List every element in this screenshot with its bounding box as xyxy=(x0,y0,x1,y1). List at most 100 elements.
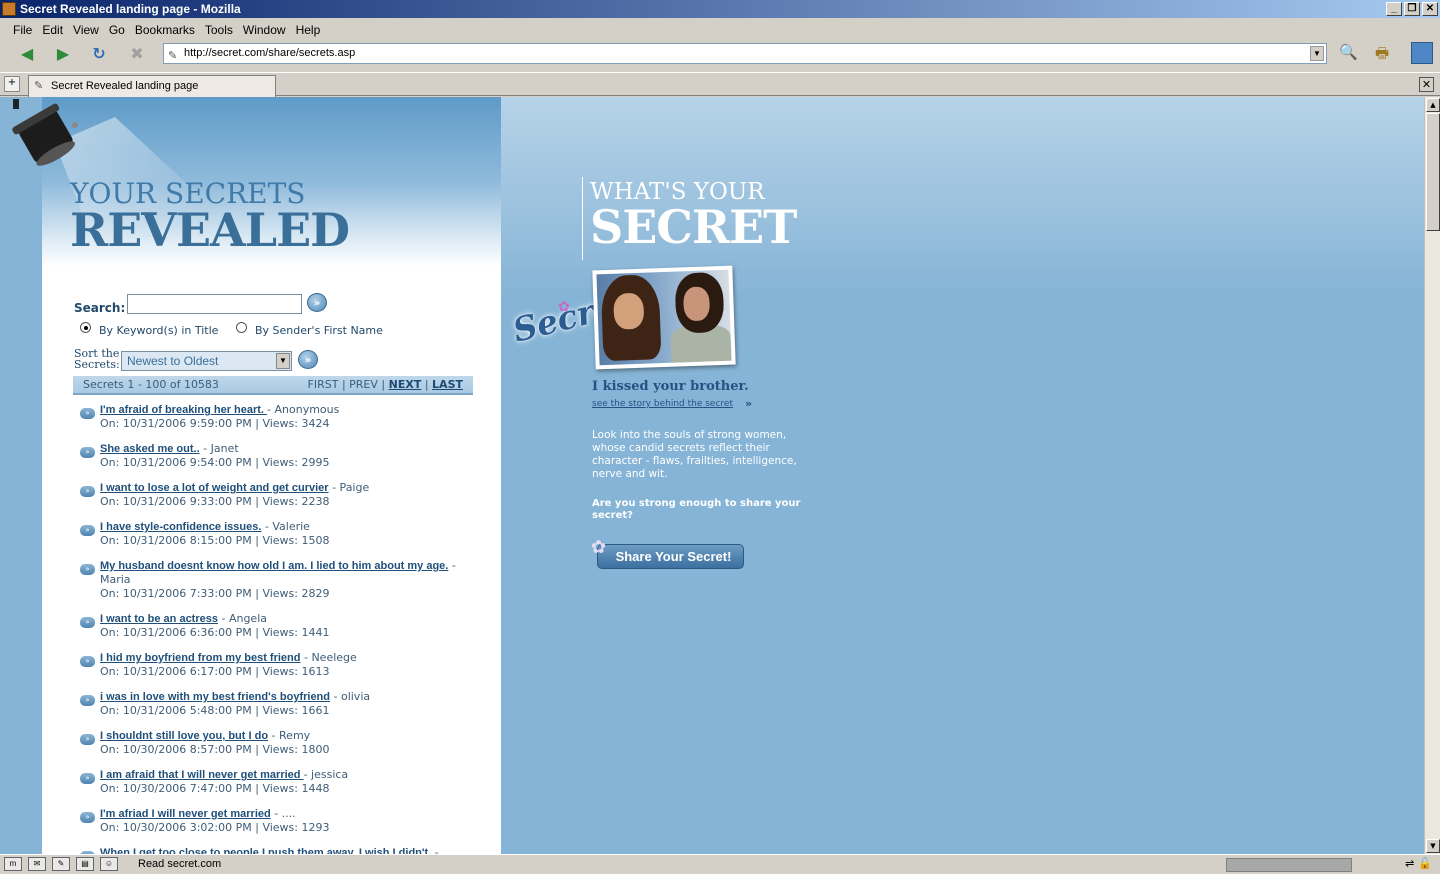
stop-icon[interactable]: ✖ xyxy=(124,43,150,65)
search-input[interactable] xyxy=(127,294,302,314)
address-book-icon[interactable]: ▤ xyxy=(76,857,94,871)
secret-meta: On: 10/31/2006 6:36:00 PM | Views: 1441 xyxy=(100,626,330,639)
double-chevron-icon[interactable]: » xyxy=(80,447,95,458)
scroll-thumb[interactable] xyxy=(1426,113,1440,231)
double-chevron-icon[interactable]: » xyxy=(80,773,95,784)
secret-title-link[interactable]: When I get too close to people I push th… xyxy=(100,847,431,854)
double-chevron-icon[interactable]: » xyxy=(80,812,95,823)
pager-prev[interactable]: PREV xyxy=(349,378,378,391)
menu-go[interactable]: Go xyxy=(104,20,130,40)
search-label: Search: xyxy=(74,301,126,315)
menu-help[interactable]: Help xyxy=(291,20,326,40)
secret-sender: - xyxy=(431,846,439,854)
progress-bar xyxy=(1226,858,1352,872)
menu-bookmarks[interactable]: Bookmarks xyxy=(130,20,200,40)
secret-title-link[interactable]: I hid my boyfriend from my best friend xyxy=(100,652,300,664)
double-chevron-icon[interactable]: » xyxy=(80,617,95,628)
sort-selected-value: Newest to Oldest xyxy=(127,354,219,368)
secret-title-link[interactable]: I have style-confidence issues. xyxy=(100,521,261,533)
back-arrow-icon[interactable]: ◀ xyxy=(14,43,40,65)
security-lock-icon[interactable]: 🔓 xyxy=(1418,858,1436,870)
new-tab-icon[interactable]: + xyxy=(4,76,20,92)
secret-sender: - Remy xyxy=(268,729,311,742)
divider xyxy=(582,177,583,260)
story-link[interactable]: see the story behind the secret xyxy=(592,399,733,409)
menu-file[interactable]: File xyxy=(8,20,37,40)
minimize-icon[interactable]: _ xyxy=(1386,2,1402,16)
secret-meta: On: 10/31/2006 9:33:00 PM | Views: 2238 xyxy=(100,495,330,508)
url-dropdown-icon[interactable]: ▼ xyxy=(1310,46,1324,61)
featured-secret-title: I kissed your brother. xyxy=(592,379,749,394)
double-chevron-icon[interactable]: » xyxy=(80,695,95,706)
page-icon: ✎ xyxy=(34,80,44,92)
secret-title-link[interactable]: I'm afriad I will never get married xyxy=(100,808,271,820)
list-item: » I am afraid that I will never get marri… xyxy=(80,768,480,796)
secret-title-link[interactable]: My husband doesnt know how old I am. I l… xyxy=(100,560,448,572)
sort-go-button[interactable]: » xyxy=(298,350,318,369)
tab-bar: + ✎ Secret Revealed landing page ✕ xyxy=(0,72,1440,97)
sort-label: Sort the Secrets: xyxy=(74,348,120,370)
sort-label-line2: Secrets: xyxy=(74,358,120,371)
component-bar: m ✉ ✎ ▤ ☺ xyxy=(4,857,118,871)
double-chevron-icon[interactable]: » xyxy=(80,734,95,745)
tab-secret-revealed[interactable]: ✎ Secret Revealed landing page xyxy=(28,75,276,97)
secret-sender: - Neelege xyxy=(300,651,357,664)
vertical-scrollbar[interactable]: ▲ ▼ xyxy=(1424,97,1440,854)
double-chevron-icon[interactable]: » xyxy=(80,656,95,667)
list-item: » I want to be an actress - Angela On: 10/… xyxy=(80,612,480,640)
featured-photo[interactable] xyxy=(592,265,736,370)
scroll-up-icon[interactable]: ▲ xyxy=(1426,98,1440,112)
double-chevron-icon[interactable]: » xyxy=(80,564,95,575)
double-chevron-icon[interactable]: » xyxy=(80,408,95,419)
list-item: » My husband doesnt know how old I am. I … xyxy=(80,559,480,601)
hero-title-line2: REVEALED xyxy=(70,203,350,257)
secret-title-link[interactable]: I'm afraid of breaking her heart. xyxy=(100,404,267,416)
navigator-icon[interactable]: m xyxy=(4,857,22,871)
list-item: » I shouldnt still love you, but I do - R… xyxy=(80,729,480,757)
chevron-down-icon[interactable]: ▼ xyxy=(276,353,290,369)
chat-icon[interactable]: ☺ xyxy=(100,857,118,871)
online-icon[interactable]: ⇌ xyxy=(1405,858,1418,870)
secret-sender: - jessica xyxy=(303,768,349,781)
pager-next[interactable]: NEXT xyxy=(389,378,422,391)
page-icon: ✎ xyxy=(168,50,178,62)
menu-view[interactable]: View xyxy=(68,20,104,40)
search-icon[interactable]: 🔍 xyxy=(1339,43,1358,61)
menu-window[interactable]: Window xyxy=(238,20,291,40)
scroll-down-icon[interactable]: ▼ xyxy=(1426,839,1440,853)
double-chevron-icon: » xyxy=(745,397,753,410)
search-go-button[interactable]: » xyxy=(307,293,327,312)
restore-icon[interactable]: ❐ xyxy=(1404,2,1420,16)
secret-title-link[interactable]: I am afraid that I will never get marrie… xyxy=(100,769,304,781)
close-icon[interactable]: ✕ xyxy=(1422,2,1438,16)
pager-first[interactable]: FIRST xyxy=(308,378,339,391)
radio-keyword-label: By Keyword(s) in Title xyxy=(99,324,219,337)
menu-tools[interactable]: Tools xyxy=(200,20,238,40)
secret-meta: On: 10/31/2006 6:17:00 PM | Views: 1613 xyxy=(100,665,330,678)
menu-edit[interactable]: Edit xyxy=(37,20,68,40)
secret-meta: On: 10/30/2006 3:02:00 PM | Views: 1293 xyxy=(100,821,330,834)
forward-arrow-icon[interactable]: ▶ xyxy=(50,43,76,65)
radio-sender[interactable] xyxy=(236,322,247,333)
share-secret-button[interactable]: Share Your Secret! xyxy=(597,544,744,569)
description-text: Look into the souls of strong women, who… xyxy=(592,429,797,480)
secret-title-link[interactable]: I want to be an actress xyxy=(100,613,218,625)
composer-icon[interactable]: ✎ xyxy=(52,857,70,871)
url-bar[interactable]: ✎ http://secret.com/share/secrets.asp ▼ xyxy=(163,43,1327,64)
print-icon[interactable]: 🖶 xyxy=(1375,43,1389,68)
double-chevron-icon[interactable]: » xyxy=(80,486,95,497)
close-tab-icon[interactable]: ✕ xyxy=(1419,77,1434,92)
url-text: http://secret.com/share/secrets.asp xyxy=(184,47,356,59)
secret-title-link[interactable]: i was in love with my best friend's boyf… xyxy=(100,691,330,703)
secret-title-link[interactable]: I shouldnt still love you, but I do xyxy=(100,730,268,742)
status-bar: m ✉ ✎ ▤ ☺ Read secret.com ⇌🔓 xyxy=(0,854,1440,874)
double-chevron-icon[interactable]: » xyxy=(80,525,95,536)
secret-title-link[interactable]: I want to lose a lot of weight and get c… xyxy=(100,482,329,494)
sort-select[interactable]: Newest to Oldest ▼ xyxy=(121,351,292,371)
radio-keyword[interactable] xyxy=(80,322,91,333)
pager-last[interactable]: LAST xyxy=(432,378,463,391)
mail-icon[interactable]: ✉ xyxy=(28,857,46,871)
secret-meta: On: 10/31/2006 9:59:00 PM | Views: 3424 xyxy=(100,417,330,430)
secret-title-link[interactable]: She asked me out.. xyxy=(100,443,200,455)
reload-icon[interactable]: ↻ xyxy=(86,43,112,65)
